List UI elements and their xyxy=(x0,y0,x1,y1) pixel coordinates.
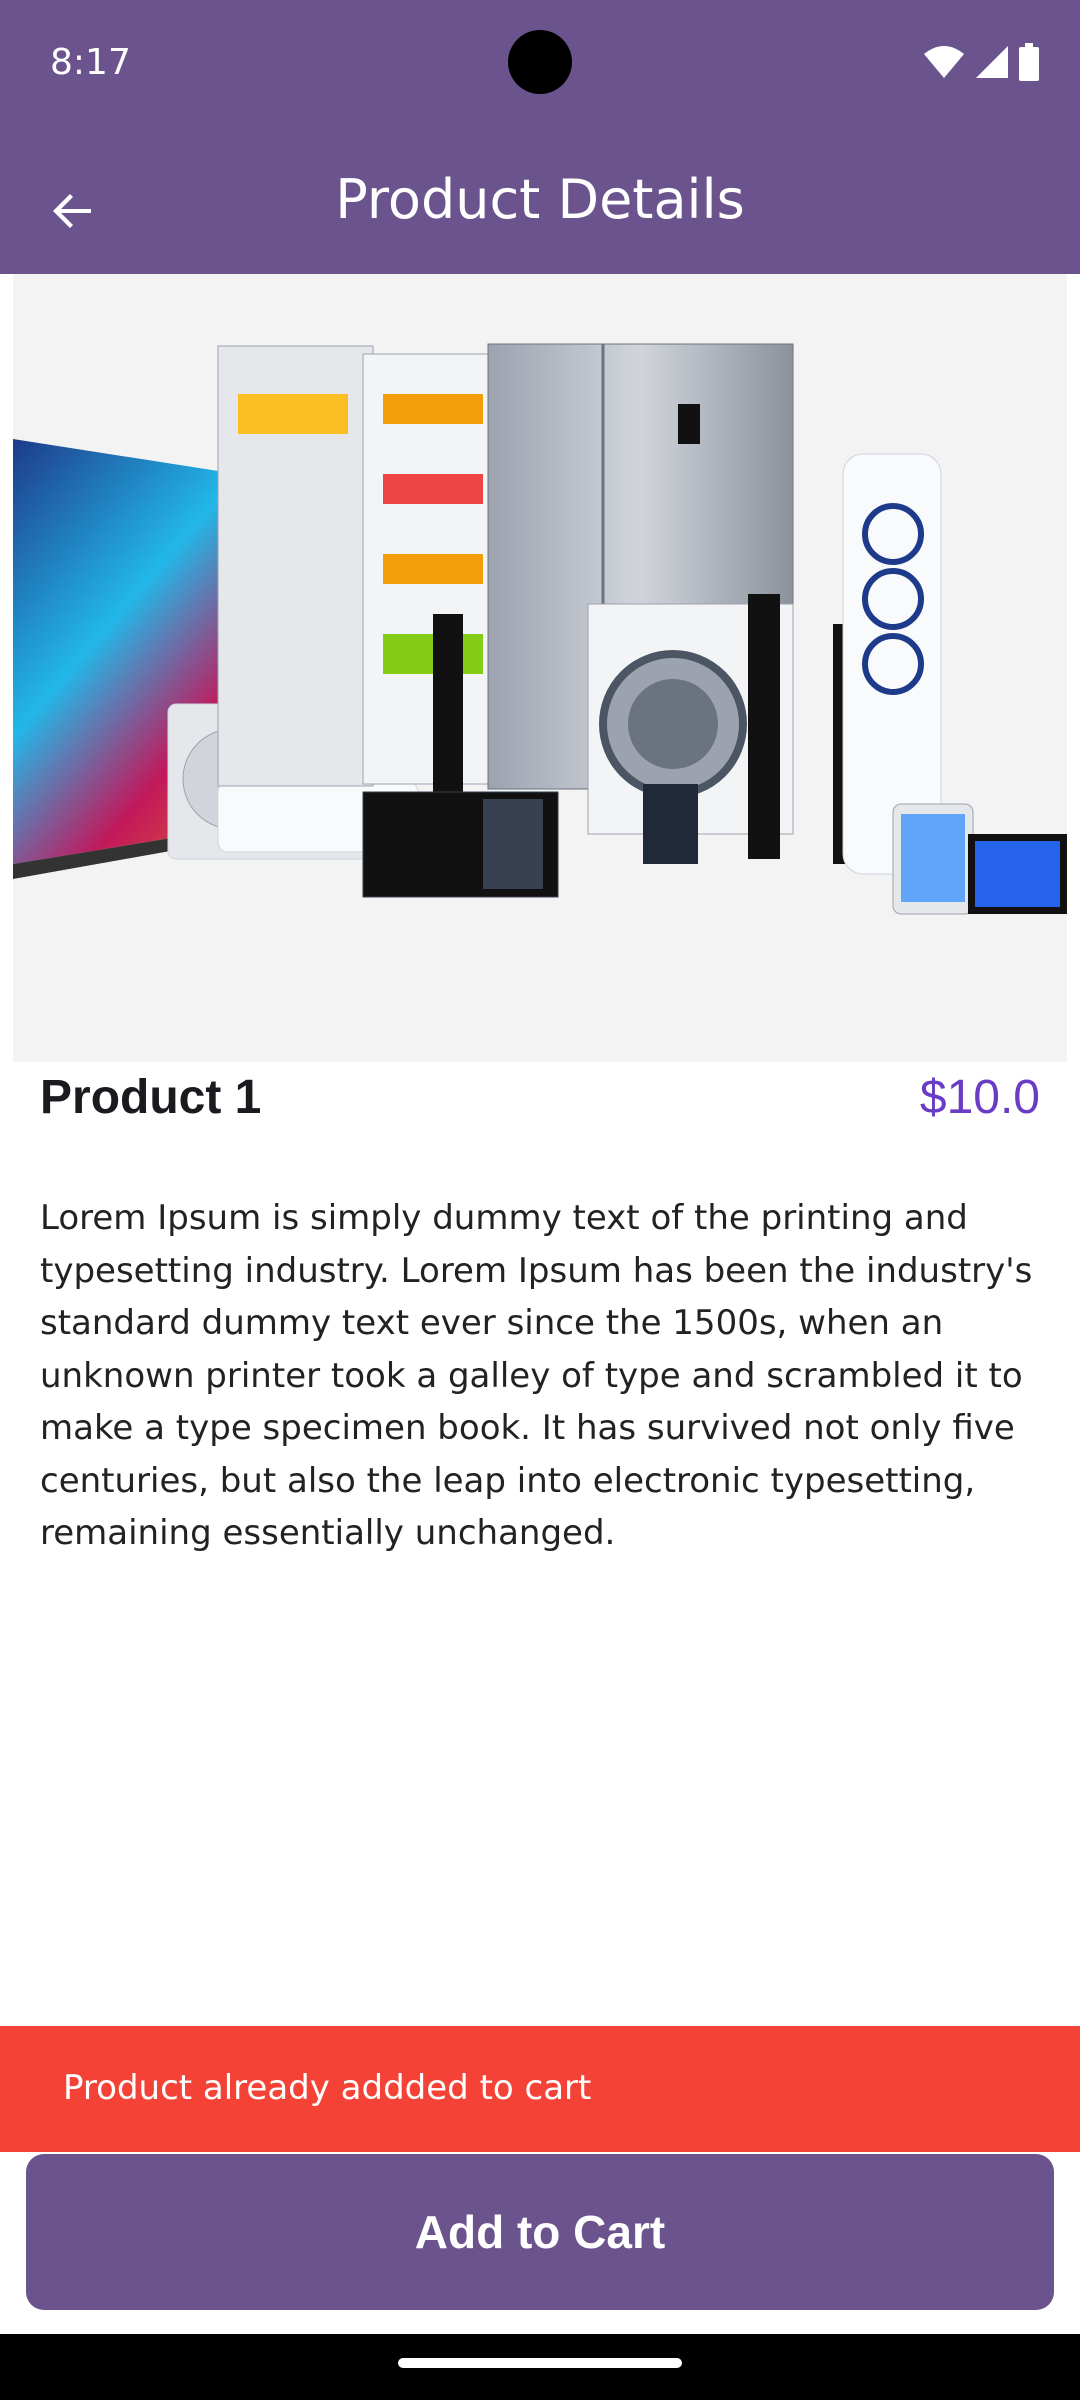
status-icons xyxy=(922,43,1040,81)
snackbar: Product already addded to cart xyxy=(0,2026,1080,2152)
product-name: Product 1 xyxy=(40,1071,262,1124)
product-image xyxy=(13,274,1067,1062)
page-title: Product Details xyxy=(335,168,745,231)
camera-cutout xyxy=(508,30,572,94)
appliances-illustration xyxy=(13,274,1067,1062)
product-price: $10.0 xyxy=(919,1071,1040,1124)
status-time: 8:17 xyxy=(50,42,131,83)
app-bar: Product Details xyxy=(0,128,1080,274)
product-description: Lorem Ipsum is simply dummy text of the … xyxy=(40,1198,1033,1553)
status-bar: 8:17 xyxy=(0,0,1080,128)
battery-icon xyxy=(1019,43,1039,81)
signal-icon xyxy=(976,46,1008,78)
add-to-cart-button[interactable]: Add to Cart xyxy=(26,2154,1054,2310)
home-gesture-handle[interactable] xyxy=(398,2358,682,2368)
navigation-bar xyxy=(0,2334,1080,2400)
snackbar-message: Product already addded to cart xyxy=(63,2068,592,2108)
wifi-icon xyxy=(924,46,964,78)
